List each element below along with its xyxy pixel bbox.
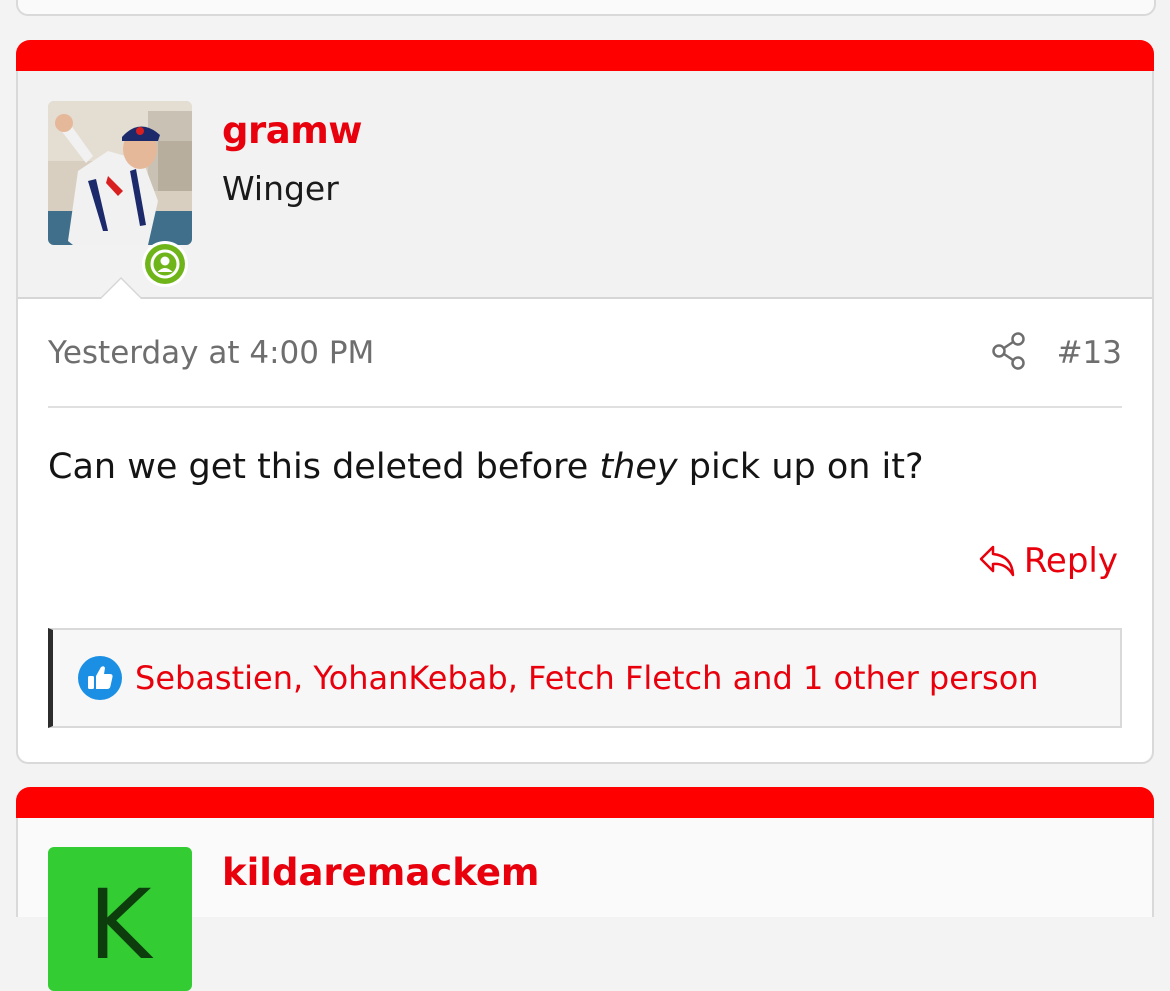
previous-post-card <box>16 0 1156 16</box>
next-post-card: K kildaremackem <box>16 787 1154 991</box>
post-header-bar <box>16 787 1154 818</box>
avatar[interactable]: K <box>48 847 192 991</box>
post-card: gramw Winger Yesterday at 4:00 PM #13 Ca… <box>16 40 1154 764</box>
post-message: Can we get this deleted before they pick… <box>48 447 924 487</box>
avatar-image <box>48 101 192 245</box>
post-content: Yesterday at 4:00 PM #13 Can we get this… <box>18 299 1152 762</box>
like-icon <box>78 656 122 700</box>
message-text: Can we get this deleted before <box>48 447 600 487</box>
reply-icon <box>979 545 1015 577</box>
user-info: gramw Winger <box>18 71 1152 306</box>
reactions-bar[interactable]: Sebastien, YohanKebab, Fetch Fletch and … <box>48 628 1122 728</box>
message-text-end: pick up on it? <box>677 447 924 487</box>
avatar-letter: K <box>88 869 152 981</box>
post-header-bar <box>16 40 1154 71</box>
divider <box>48 406 1122 408</box>
share-icon[interactable] <box>990 331 1028 371</box>
post-timestamp-link[interactable]: Yesterday at 4:00 PM <box>48 335 374 371</box>
avatar[interactable] <box>48 101 192 245</box>
reply-button[interactable]: Reply <box>978 541 1118 581</box>
message-emphasis: they <box>599 447 678 487</box>
username-link[interactable]: kildaremackem <box>222 851 539 894</box>
post-number-link[interactable]: #13 <box>1057 335 1122 371</box>
reply-label: Reply <box>1023 541 1118 581</box>
user-title: Winger <box>222 169 339 208</box>
reaction-users-link[interactable]: Sebastien, YohanKebab, Fetch Fletch and … <box>135 659 1039 697</box>
username-link[interactable]: gramw <box>222 109 362 152</box>
